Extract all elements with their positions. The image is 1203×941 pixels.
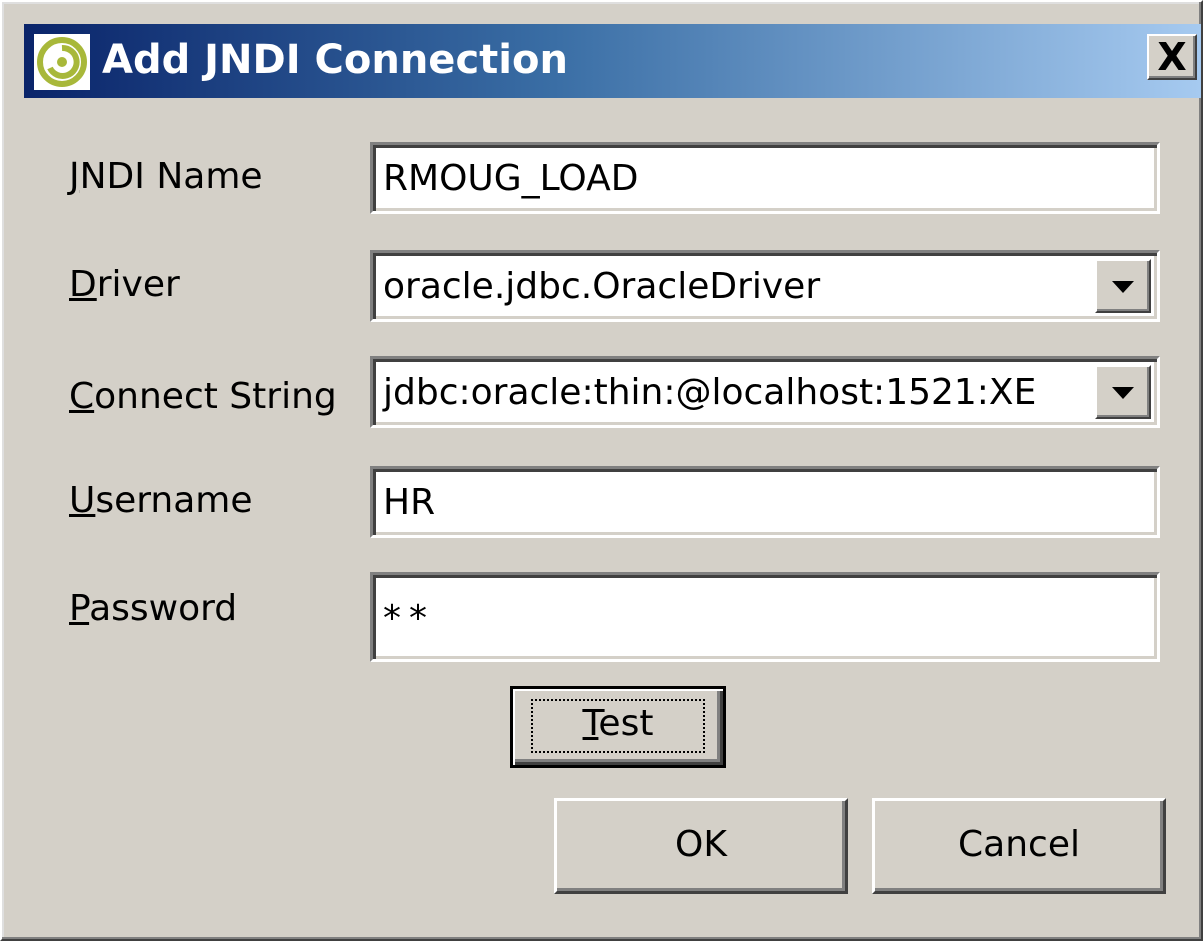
driver-select[interactable]: oracle.jdbc.OracleDriver xyxy=(370,250,1160,322)
close-button[interactable]: X xyxy=(1147,34,1197,80)
chevron-down-icon xyxy=(1112,387,1134,399)
username-value: HR xyxy=(383,482,436,523)
jndi-name-value: RMOUG_LOAD xyxy=(383,158,639,199)
jndi-name-label: JNDI Name xyxy=(69,156,263,197)
username-input[interactable]: HR xyxy=(370,466,1160,538)
password-value: ** xyxy=(383,598,435,639)
connect-string-label: Connect String xyxy=(69,376,337,417)
password-label: Password xyxy=(69,588,238,629)
driver-label: Driver xyxy=(69,264,180,305)
driver-dropdown-button[interactable] xyxy=(1095,259,1151,313)
ok-button[interactable]: OK xyxy=(554,798,848,894)
chevron-down-icon xyxy=(1112,281,1134,293)
add-jndi-connection-dialog: Add JNDI Connection X JNDI Name RMOUG_LO… xyxy=(0,0,1203,941)
driver-value: oracle.jdbc.OracleDriver xyxy=(383,266,821,307)
connect-string-select[interactable]: jdbc:oracle:thin:@localhost:1521:XE xyxy=(370,356,1160,428)
test-button-label: Test xyxy=(582,703,654,744)
username-label: Username xyxy=(69,480,253,521)
title-bar[interactable]: Add JNDI Connection X xyxy=(24,24,1201,98)
swirl-icon xyxy=(34,34,90,90)
jndi-name-input[interactable]: RMOUG_LOAD xyxy=(370,142,1160,214)
connect-string-value: jdbc:oracle:thin:@localhost:1521:XE xyxy=(383,372,1037,413)
password-input[interactable]: ** xyxy=(370,572,1160,662)
close-icon: X xyxy=(1157,35,1187,79)
test-button[interactable]: Test xyxy=(510,686,726,768)
window-title: Add JNDI Connection xyxy=(102,37,568,83)
cancel-button[interactable]: Cancel xyxy=(872,798,1166,894)
connect-string-dropdown-button[interactable] xyxy=(1095,365,1151,419)
